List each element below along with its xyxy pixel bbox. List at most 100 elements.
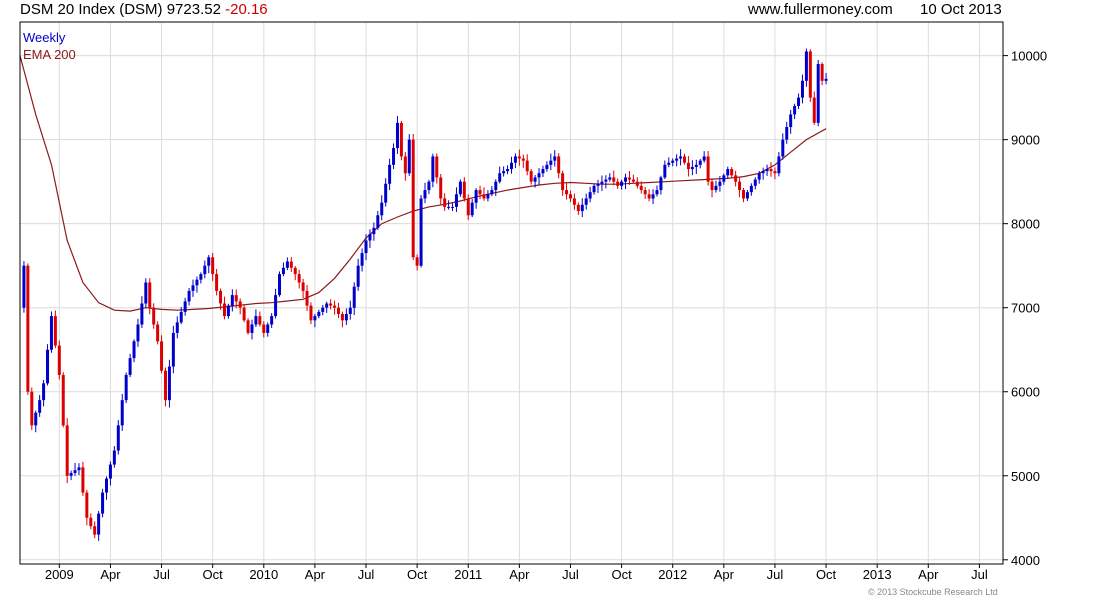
candle-body: [671, 160, 675, 163]
candle-body: [631, 179, 635, 182]
candle-body: [222, 303, 226, 317]
candlestick-chart: 4000 5000 6000 7000 8000 9000 10000 2009 Apr Jul O…: [19, 21, 1047, 582]
candle-body: [521, 158, 525, 161]
candle-body: [580, 204, 584, 212]
candle-body: [325, 303, 329, 308]
candle-body: [722, 175, 726, 182]
candle-body: [529, 171, 533, 182]
candle-body: [745, 192, 749, 199]
candle-body: [738, 181, 742, 191]
candle-body: [384, 183, 388, 203]
candle-body: [604, 179, 608, 182]
candle-body: [285, 261, 289, 268]
candle-body: [486, 194, 490, 199]
candle-body: [647, 194, 651, 199]
candle-body: [372, 227, 376, 235]
candle-body: [234, 295, 238, 302]
candle-body: [454, 194, 458, 207]
candle-body: [148, 282, 152, 308]
candle-body: [753, 179, 757, 186]
candle-body: [317, 311, 321, 317]
candle-body: [435, 156, 439, 178]
x-tick-label: Oct: [816, 567, 837, 582]
candle-body: [804, 51, 808, 81]
candle-body: [77, 467, 81, 471]
x-tick-label: Apr: [509, 567, 530, 582]
candle-body: [392, 148, 396, 165]
candle-body: [482, 194, 486, 199]
candle-body: [395, 122, 399, 149]
candle-body: [679, 156, 683, 159]
candle-body: [608, 177, 612, 180]
candle-body: [333, 305, 337, 308]
candle-body: [592, 185, 596, 193]
candle-body: [380, 202, 384, 216]
candle-body: [820, 64, 824, 81]
candle-body: [195, 279, 199, 286]
candle-body: [105, 478, 109, 493]
candle-body: [108, 464, 112, 479]
candle-body: [219, 290, 223, 304]
x-tick-label: Jul: [562, 567, 579, 582]
candle-body: [262, 324, 266, 333]
candle-body: [490, 190, 494, 195]
candle-body: [175, 322, 179, 333]
candle-body: [557, 156, 561, 174]
candle-body: [458, 181, 462, 195]
candle-body: [97, 513, 101, 535]
candle-body: [800, 80, 804, 98]
candle-body: [781, 139, 785, 157]
candle-body: [156, 324, 160, 342]
candle-body: [561, 173, 565, 191]
candle-body: [683, 156, 687, 163]
candle-body: [545, 164, 549, 170]
candle-body: [600, 181, 604, 184]
copyright-text: © 2013 Stockcube Research Ltd: [868, 587, 998, 597]
y-tick-label: 9000: [1011, 133, 1040, 148]
legend: Weekly EMA 200: [23, 30, 76, 62]
candle-body: [112, 450, 116, 465]
candle-body: [411, 139, 415, 258]
candle-body: [388, 164, 392, 184]
candle-body: [305, 290, 309, 306]
candle-body: [635, 181, 639, 186]
x-tick-label: 2009: [45, 567, 74, 582]
candle-body: [266, 324, 270, 333]
candle-body: [254, 316, 258, 325]
ema-200-line: [19, 55, 827, 312]
candle-body: [167, 366, 171, 401]
candle-body: [510, 162, 513, 170]
candle-body: [242, 307, 246, 321]
candle-body: [352, 286, 356, 308]
candle-body: [675, 158, 679, 161]
candle-body: [116, 425, 120, 451]
candle-body: [120, 400, 124, 426]
candle-body: [360, 253, 364, 266]
candle-body: [415, 257, 419, 266]
candle-body: [553, 156, 557, 161]
candle-body: [793, 106, 797, 115]
candle-body: [179, 311, 183, 323]
x-tick-label: Oct: [611, 567, 632, 582]
candle-body: [309, 305, 313, 321]
candle-body: [706, 156, 710, 182]
candle-body: [171, 332, 175, 367]
candle-body: [584, 198, 588, 205]
candle-body: [57, 345, 61, 375]
x-tick-label: Apr: [100, 567, 121, 582]
candle-body: [250, 324, 254, 333]
candle-body: [340, 314, 344, 321]
candle-body: [403, 156, 407, 174]
candle-body: [26, 265, 30, 392]
x-tick-label: 2013: [863, 567, 892, 582]
candle-body: [462, 181, 466, 199]
axes-layer: 4000 5000 6000 7000 8000 9000 10000 2009 Apr Jul O…: [45, 49, 1047, 582]
candle-body: [124, 374, 128, 401]
x-tick-label: Oct: [407, 567, 428, 582]
candle-body: [128, 358, 132, 375]
candle-body: [439, 177, 443, 199]
candle-body: [702, 156, 706, 161]
candle-body: [61, 374, 65, 426]
candle-body: [93, 526, 97, 535]
candle-body: [443, 198, 447, 207]
